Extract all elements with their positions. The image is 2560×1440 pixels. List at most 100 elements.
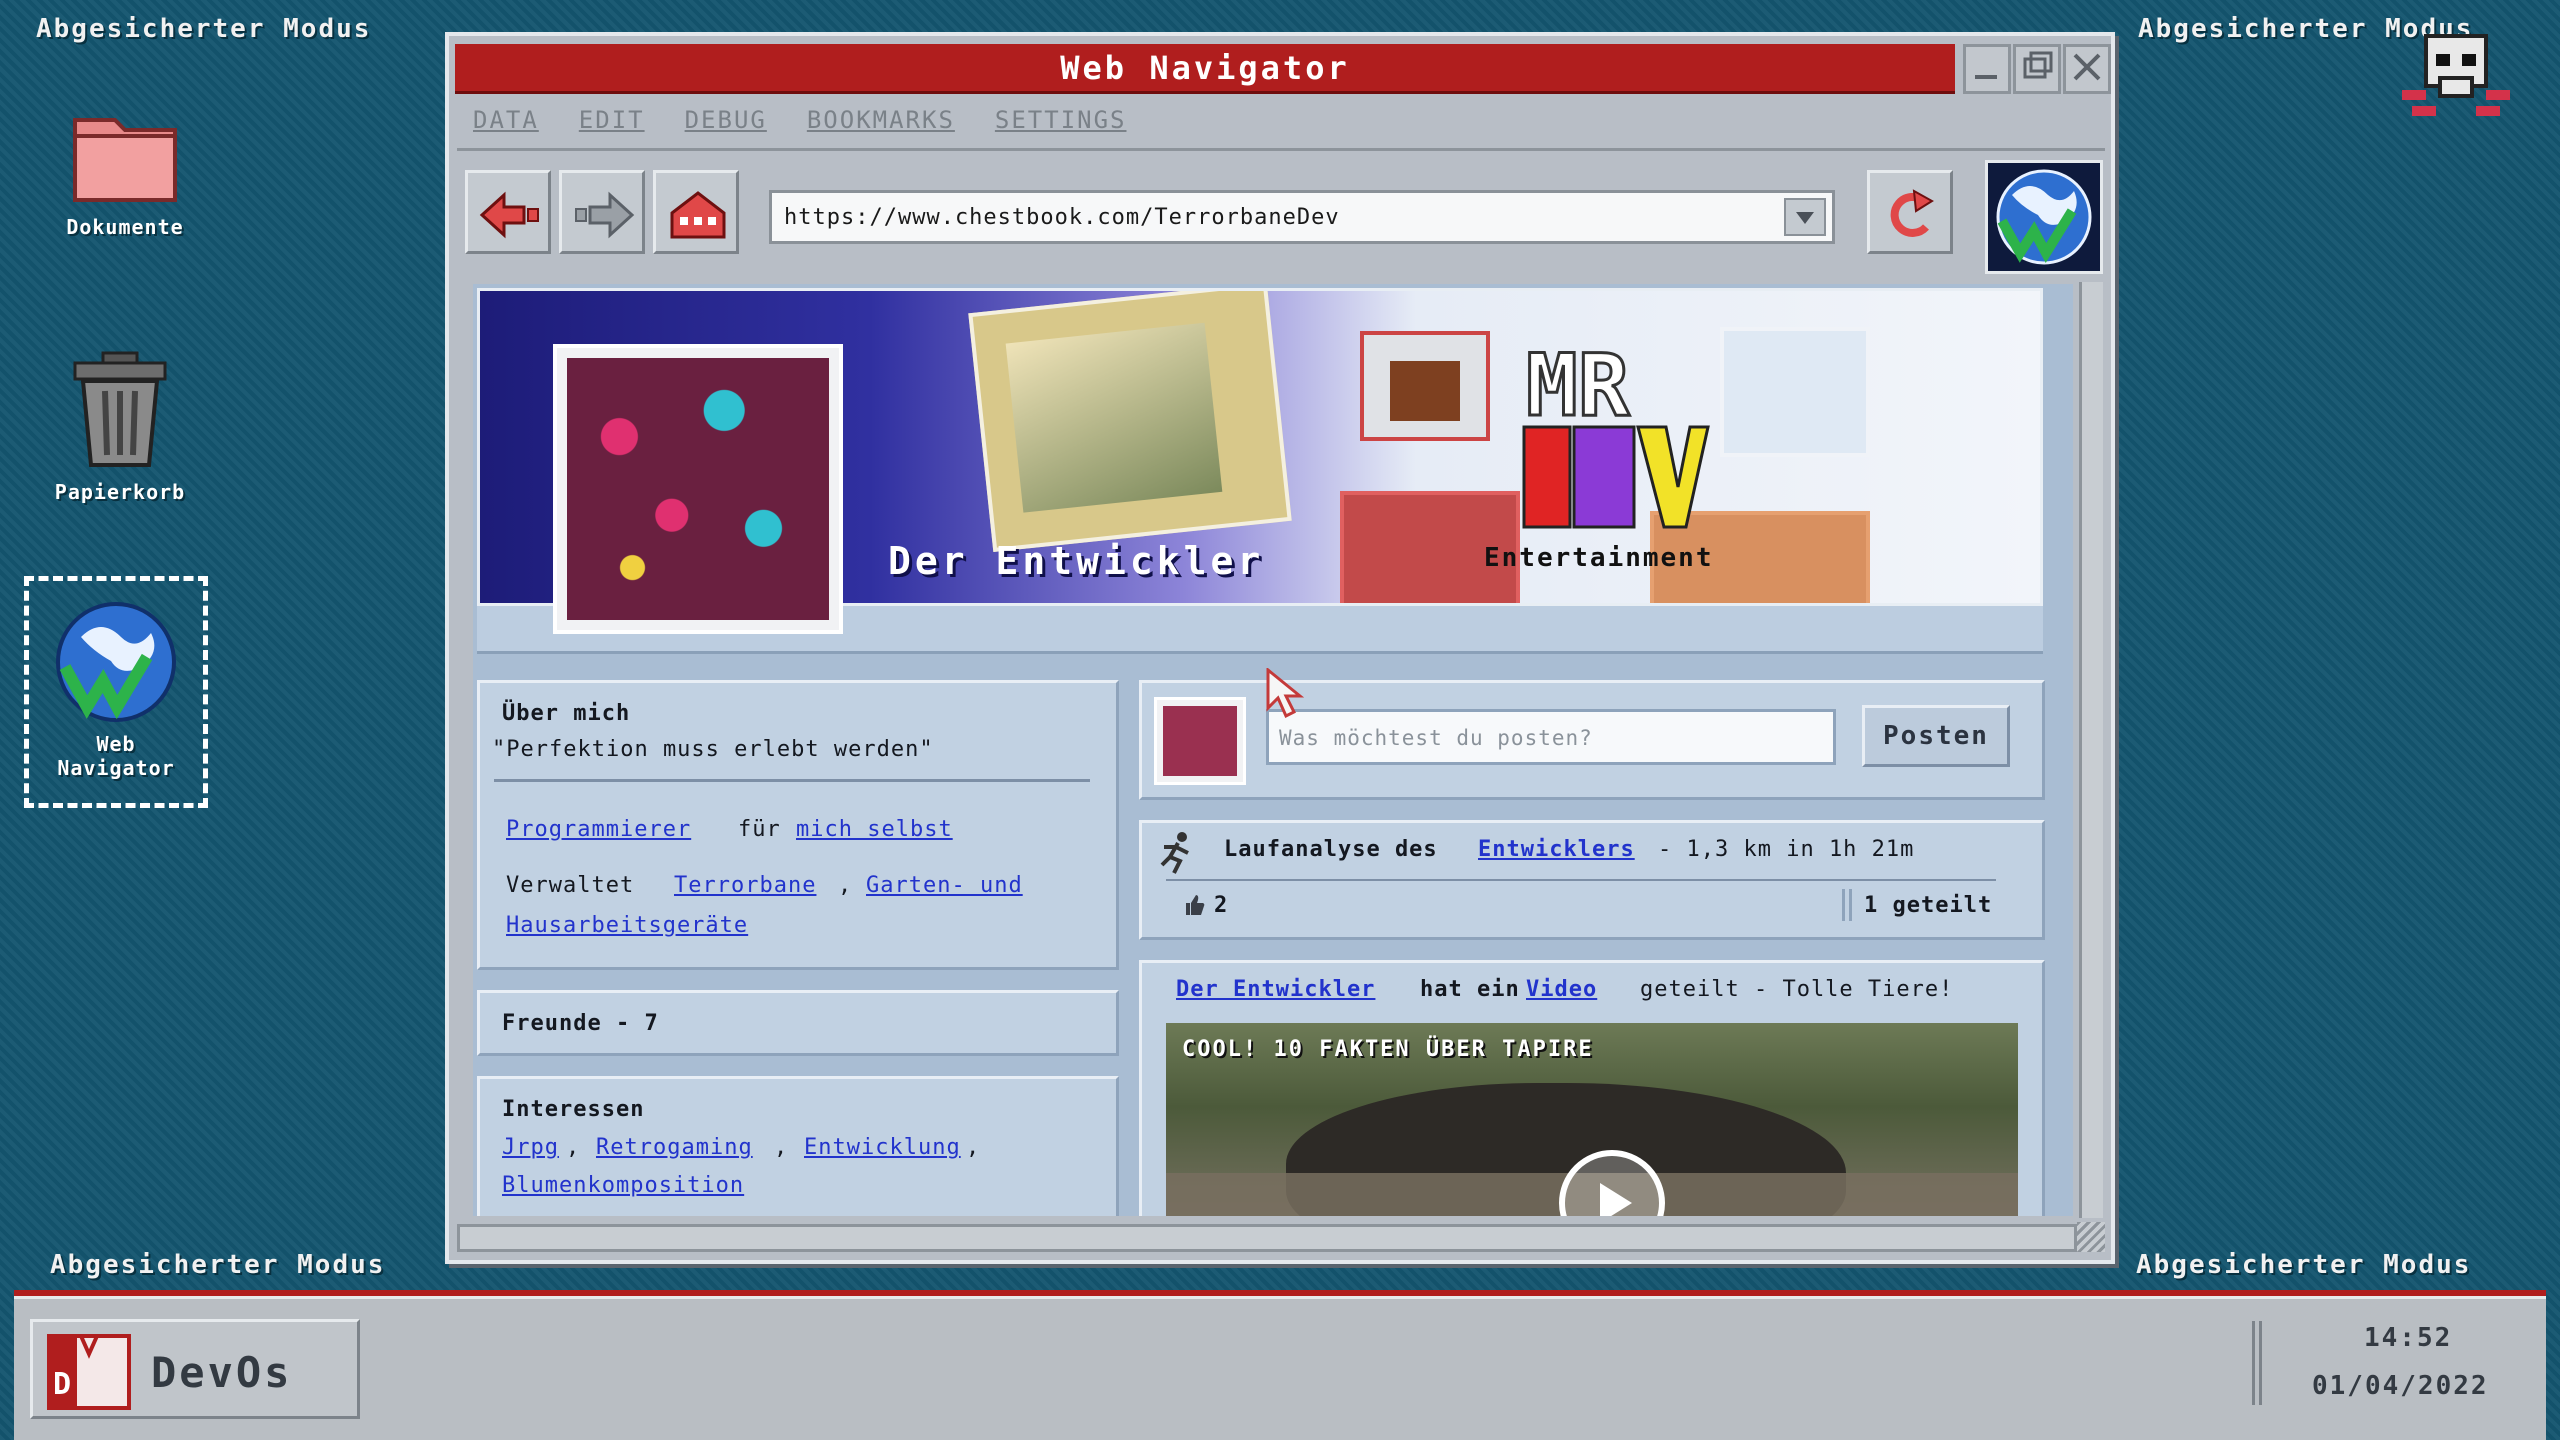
arrow-right-icon (575, 191, 635, 239)
start-label: DevOs (151, 1348, 293, 1397)
thumbs-up-icon[interactable] (1182, 893, 1206, 917)
banner-game-window (1360, 331, 1490, 441)
tray-divider (2252, 1321, 2262, 1405)
interest-flowers[interactable]: Blumenkomposition (502, 1173, 744, 1198)
globe-icon (56, 602, 176, 722)
trash-icon (73, 351, 167, 467)
link-garden[interactable]: Garten- und (866, 873, 1023, 898)
about-heading: Über mich (502, 701, 631, 726)
interest-jrpg[interactable]: Jrpg (502, 1135, 559, 1160)
brand-caption: Entertainment (1484, 543, 1714, 573)
about-role-mid: für (738, 817, 781, 842)
interest-retrogaming[interactable]: Retrogaming (596, 1135, 753, 1160)
svg-text:MR: MR (1526, 336, 1630, 436)
feed-post-run: Laufanalyse des Entwicklers - 1,3 km in … (1139, 820, 2045, 940)
vertical-scrollbar[interactable] (2079, 282, 2103, 1218)
link-developer[interactable]: Entwicklers (1478, 837, 1635, 862)
menu-bar: DATA EDIT DEBUG BOOKMARKS SETTINGS (473, 106, 1126, 146)
link-video[interactable]: Video (1526, 977, 1597, 1002)
about-quote: "Perfektion muss erlebt werden" (492, 737, 934, 762)
desktop-icon-trash[interactable]: Papierkorb (30, 345, 210, 504)
minimize-button[interactable] (1963, 44, 2011, 94)
svg-text:D: D (53, 1367, 71, 1402)
horizontal-scrollbar[interactable] (457, 1224, 2077, 1252)
menu-edit[interactable]: EDIT (579, 106, 645, 146)
page-viewport: MR Der Entwickler Entertainment Über mic… (473, 284, 2073, 1216)
chevron-down-icon (1796, 212, 1814, 224)
interests-panel: Interessen Jrpg , Retrogaming , Entwickl… (477, 1076, 1119, 1216)
mr-dev-logo: MR (1522, 335, 1710, 529)
home-button[interactable] (653, 170, 739, 254)
desktop-icon-documents[interactable]: Dokumente (40, 100, 210, 239)
reload-icon (1890, 189, 1934, 237)
maximize-icon (2023, 51, 2053, 79)
about-panel: Über mich "Perfektion muss erlebt werden… (477, 680, 1119, 970)
menu-data[interactable]: DATA (473, 106, 539, 146)
browser-window: Web Navigator DATA EDIT DEBUG BOOKMARKS … (445, 32, 2115, 1264)
interests-heading: Interessen (502, 1097, 645, 1122)
safe-mode-label-bottom-right: Abgesicherter Modus (2136, 1250, 2472, 1280)
shares-count[interactable]: 1 geteilt (1864, 893, 1992, 918)
globe-icon (1996, 169, 2092, 265)
friends-panel[interactable]: Freunde - 7 (477, 990, 1119, 1056)
menu-debug[interactable]: DEBUG (685, 106, 767, 146)
devos-logo-icon: D (47, 1334, 131, 1410)
video-thumbnail[interactable]: COOL! 10 FAKTEN ÜBER TAPIRE (1166, 1023, 2018, 1216)
window-title[interactable]: Web Navigator (455, 44, 1955, 94)
link-programmer[interactable]: Programmierer (506, 817, 691, 842)
taskbar: D DevOs 14:52 01/04/2022 (14, 1296, 2546, 1440)
post-input[interactable]: Was möchtest du posten? (1266, 709, 1836, 765)
reload-button[interactable] (1867, 170, 1953, 254)
feed-post-video: Der Entwickler hat ein Video geteilt - T… (1139, 960, 2045, 1216)
address-bar[interactable]: https://www.chestbook.com/TerrorbaneDev (769, 190, 1835, 244)
banner-artwork (968, 291, 1292, 553)
about-manages-sep: , (838, 873, 853, 898)
mouse-cursor-icon (1266, 668, 1304, 719)
runner-icon (1160, 832, 1189, 874)
desktop-icon-label: Papierkorb (54, 480, 186, 504)
friends-label[interactable]: Freunde - 7 (502, 1011, 659, 1036)
likes-count: 2 (1214, 893, 1229, 918)
video-text-mid: hat ein (1420, 977, 1520, 1002)
post-input-placeholder: Was möchtest du posten? (1279, 726, 1593, 750)
home-icon (670, 191, 726, 239)
desktop-icon-label: Dokumente (66, 215, 184, 239)
safe-mode-label-top-left: Abgesicherter Modus (36, 14, 372, 44)
divider (494, 779, 1090, 782)
address-text[interactable]: https://www.chestbook.com/TerrorbaneDev (784, 205, 1340, 230)
menu-bookmarks[interactable]: BOOKMARKS (807, 106, 955, 146)
banner-anime-window (1720, 327, 1870, 457)
profile-photo[interactable] (553, 344, 843, 634)
resize-grip[interactable] (2077, 1222, 2105, 1252)
menu-settings[interactable]: SETTINGS (995, 106, 1127, 146)
address-dropdown-button[interactable] (1784, 198, 1826, 236)
forward-button[interactable] (559, 170, 645, 254)
close-icon (2073, 53, 2101, 81)
link-myself[interactable]: mich selbst (796, 817, 953, 842)
post-button[interactable]: Posten (1862, 705, 2010, 767)
desktop-icon-web-navigator[interactable]: Web Navigator (24, 576, 208, 808)
minimize-icon (1975, 75, 1997, 79)
skull-icon (2402, 34, 2510, 116)
arrow-left-icon (479, 191, 539, 239)
close-button[interactable] (2063, 44, 2111, 94)
run-text-prefix: Laufanalyse des (1224, 837, 1438, 862)
about-manages-label: Verwaltet (506, 873, 635, 898)
toolbar-divider (457, 148, 2105, 151)
link-terrorbane[interactable]: Terrorbane (674, 873, 816, 898)
share-divider (1842, 889, 1852, 921)
play-icon[interactable] (1552, 1143, 1672, 1216)
run-text-suffix: - 1,3 km in 1h 21m (1658, 837, 1915, 862)
interest-development[interactable]: Entwicklung (804, 1135, 961, 1160)
clock-time[interactable]: 14:52 (2364, 1323, 2452, 1353)
folder-icon (73, 118, 177, 202)
back-button[interactable] (465, 170, 551, 254)
clock-date[interactable]: 01/04/2022 (2312, 1371, 2489, 1401)
start-button[interactable]: D DevOs (30, 1319, 360, 1419)
link-household[interactable]: Hausarbeitsgeräte (506, 913, 748, 938)
link-author[interactable]: Der Entwickler (1176, 977, 1375, 1002)
maximize-button[interactable] (2013, 44, 2061, 94)
safe-mode-label-bottom-left: Abgesicherter Modus (50, 1250, 386, 1280)
browser-logo (1985, 160, 2103, 274)
avatar (1154, 697, 1246, 785)
